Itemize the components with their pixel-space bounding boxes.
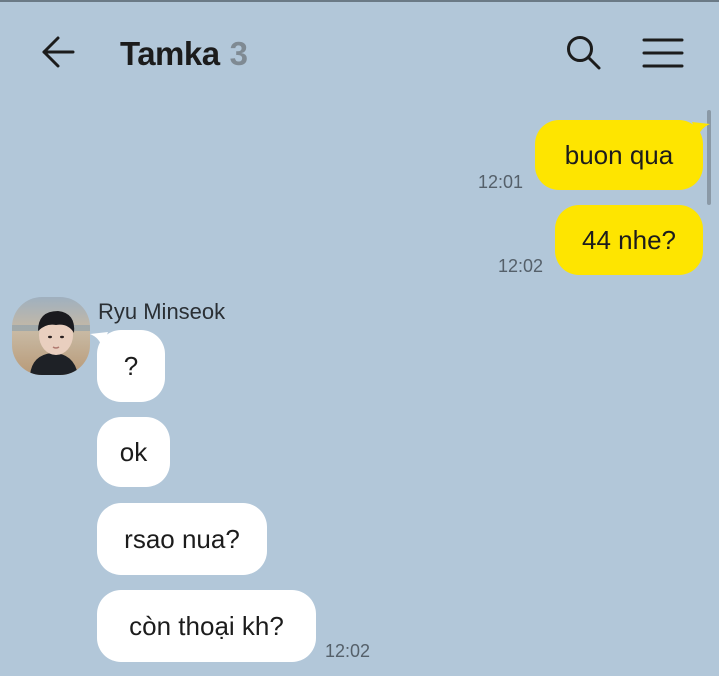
bubble-tail (692, 122, 710, 138)
message-text: còn thoại kh? (129, 610, 284, 641)
menu-button[interactable] (638, 30, 688, 76)
menu-icon (642, 38, 684, 68)
chat-header: Tamka 3 (0, 2, 719, 98)
incoming-message-bubble[interactable]: ok (97, 417, 170, 487)
avatar[interactable] (12, 297, 90, 375)
chat-title-group[interactable]: Tamka 3 (120, 32, 248, 76)
search-icon (567, 36, 601, 70)
message-time: 12:02 (498, 256, 544, 276)
sender-name: Ryu Minseok (98, 299, 226, 324)
message-text: rsao nua? (124, 523, 240, 554)
message-text: buon qua (564, 139, 674, 170)
chat-screen: Tamka 3 12:01 buon qua 12:02 44 nhe? Ryu… (0, 0, 719, 676)
chat-title: Tamka (120, 35, 220, 72)
profile-photo (12, 297, 90, 375)
message-text: ? (123, 350, 139, 381)
arrow-left-icon (42, 36, 75, 68)
message-text: ok (119, 436, 148, 467)
message-time: 12:02 (325, 641, 371, 661)
incoming-message-bubble[interactable]: còn thoại kh? (97, 590, 316, 662)
message-text: 44 nhe? (582, 224, 676, 255)
back-button[interactable] (34, 30, 82, 74)
outgoing-message-bubble[interactable]: buon qua (535, 120, 703, 190)
member-count: 3 (229, 35, 248, 72)
incoming-message-bubble[interactable]: rsao nua? (97, 503, 267, 575)
incoming-message-bubble[interactable]: ? (97, 330, 165, 402)
search-button[interactable] (560, 30, 608, 76)
outgoing-message-bubble[interactable]: 44 nhe? (555, 205, 703, 275)
message-time: 12:01 (478, 172, 524, 192)
